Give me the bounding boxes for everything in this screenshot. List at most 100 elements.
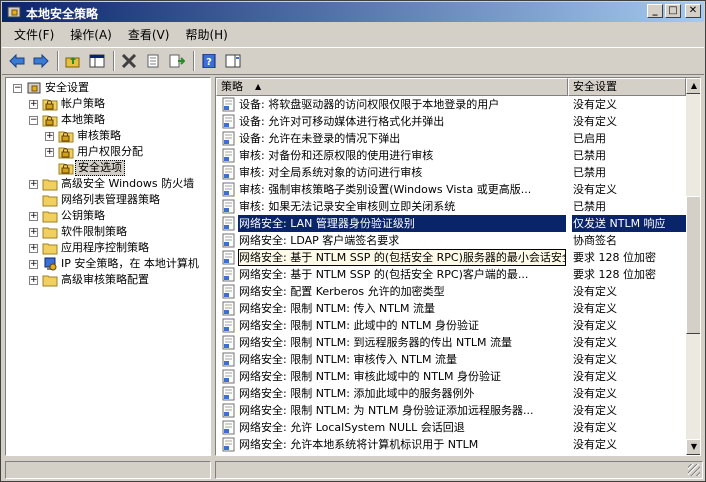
tree-item[interactable]: 网络列表管理器策略 xyxy=(6,192,210,208)
tree-item-label: 安全选项 xyxy=(75,160,125,176)
menu-view[interactable]: 查看(V) xyxy=(120,26,178,43)
collapse-icon[interactable]: − xyxy=(29,116,38,125)
collapse-icon[interactable]: − xyxy=(13,84,22,93)
policy-row[interactable]: 网络安全: 限制 NTLM: 为 NTLM 身份验证添加远程服务器... 没有定义 xyxy=(216,402,686,419)
policy-row[interactable]: 网络安全: 限制 NTLM: 到远程服务器的传出 NTLM 流量 没有定义 xyxy=(216,334,686,351)
help-icon: ? xyxy=(202,54,216,68)
expand-icon[interactable]: + xyxy=(29,244,38,253)
policy-row[interactable]: 网络安全: 允许 LocalSystem NULL 会话回退 没有定义 xyxy=(216,419,686,436)
folder-icon xyxy=(42,192,58,208)
back-arrow-icon xyxy=(9,54,25,68)
policy-icon xyxy=(222,165,236,180)
menu-action[interactable]: 操作(A) xyxy=(62,26,120,43)
policy-row[interactable]: 网络安全: 限制 NTLM: 添加此域中的服务器例外 没有定义 xyxy=(216,385,686,402)
expand-icon[interactable]: + xyxy=(29,228,38,237)
policy-icon xyxy=(222,114,236,129)
title-bar[interactable]: 本地安全策略 _ □ ✕ xyxy=(2,2,704,22)
policy-setting: 要求 128 位加密 xyxy=(573,251,656,264)
policy-name: 网络安全: 基于 NTLM SSP 的(包括安全 RPC)客户端的最... xyxy=(239,268,529,281)
delete-button[interactable] xyxy=(118,50,140,72)
action-pane-button[interactable] xyxy=(222,50,244,72)
tree-item[interactable]: 安全选项 xyxy=(6,160,210,176)
export-list-button[interactable] xyxy=(166,50,188,72)
maximize-button[interactable]: □ xyxy=(665,4,681,18)
column-header-policy[interactable]: 策略 ▲ xyxy=(216,78,568,96)
list-header: 策略 ▲ 安全设置 xyxy=(216,78,686,96)
policy-setting: 没有定义 xyxy=(573,285,617,298)
tree-item[interactable]: + 用户权限分配 xyxy=(6,144,210,160)
policy-row[interactable]: 设备: 将软盘驱动器的访问权限仅限于本地登录的用户 没有定义 xyxy=(216,96,686,113)
tree-item-label: 审核策略 xyxy=(77,129,121,142)
tree-item[interactable]: + IP 安全策略，在 本地计算机 xyxy=(6,256,210,272)
policy-row[interactable]: 网络安全: 允许本地系统将计算机标识用于 NTLM 没有定义 xyxy=(216,436,686,453)
tree-item[interactable]: − 本地策略 xyxy=(6,112,210,128)
menu-help[interactable]: 帮助(H) xyxy=(177,26,235,43)
policy-row[interactable]: 网络安全: 限制 NTLM: 审核此域中的 NTLM 身份验证 没有定义 xyxy=(216,368,686,385)
policy-row[interactable]: 审核: 如果无法记录安全审核则立即关闭系统 已禁用 xyxy=(216,198,686,215)
policy-setting: 没有定义 xyxy=(573,336,617,349)
tree-item[interactable]: + 高级审核策略配置 xyxy=(6,272,210,288)
policy-icon xyxy=(222,182,236,197)
properties-button[interactable] xyxy=(142,50,164,72)
policy-row[interactable]: 网络安全: 限制 NTLM: 此域中的 NTLM 身份验证 没有定义 xyxy=(216,317,686,334)
scroll-thumb[interactable] xyxy=(686,196,700,334)
up-one-level-button[interactable] xyxy=(62,50,84,72)
policy-row[interactable]: 网络安全: 限制 NTLM: 传入 NTLM 流量 没有定义 xyxy=(216,300,686,317)
scroll-down-button[interactable]: ▼ xyxy=(686,439,700,455)
tree-item[interactable]: + 公钥策略 xyxy=(6,208,210,224)
policy-row[interactable]: 审核: 强制审核策略子类别设置(Windows Vista 或更高版... 没有定… xyxy=(216,181,686,198)
policy-row[interactable]: 设备: 允许在未登录的情况下弹出 已启用 xyxy=(216,130,686,147)
tree-item[interactable]: + 应用程序控制策略 xyxy=(6,240,210,256)
policy-row[interactable]: 审核: 对备份和还原权限的使用进行审核 已禁用 xyxy=(216,147,686,164)
policy-icon xyxy=(222,318,236,333)
policy-row[interactable]: 设备: 允许对可移动媒体进行格式化并弹出 没有定义 xyxy=(216,113,686,130)
help-button[interactable]: ? xyxy=(198,50,220,72)
tree-item[interactable]: + 软件限制策略 xyxy=(6,224,210,240)
policy-setting: 没有定义 xyxy=(573,98,617,111)
expand-icon[interactable]: + xyxy=(45,148,54,157)
tree-item[interactable]: + 高级安全 Windows 防火墙 xyxy=(6,176,210,192)
tree-item-label: 安全设置 xyxy=(45,81,89,94)
expand-icon[interactable]: + xyxy=(45,132,54,141)
policy-icon xyxy=(222,369,236,384)
minimize-button[interactable]: _ xyxy=(647,4,663,18)
policy-icon xyxy=(222,352,236,367)
tree-item-label: 帐户策略 xyxy=(61,97,105,110)
policy-list-pane[interactable]: 策略 ▲ 安全设置 设备: 将软盘驱动器的访问权限仅限于本地登录的用户 没有定义设… xyxy=(215,77,701,456)
policy-row[interactable]: 审核: 对全局系统对象的访问进行审核 已禁用 xyxy=(216,164,686,181)
expand-icon[interactable]: + xyxy=(29,212,38,221)
resize-grip[interactable] xyxy=(688,464,700,476)
security-policy-icon xyxy=(7,6,21,18)
expand-icon[interactable]: + xyxy=(29,276,38,285)
ip-security-icon xyxy=(42,256,58,272)
forward-button[interactable] xyxy=(30,50,52,72)
tree-pane[interactable]: − 安全设置 + 帐户策略 − 本地策略 + 审核策略 + 用户权限分配 安全选项 + 高级安全 Win… xyxy=(5,77,211,456)
policy-name: 设备: 将软盘驱动器的访问权限仅限于本地登录的用户 xyxy=(239,98,500,111)
policy-row[interactable]: 网络安全: LAN 管理器身份验证级别 仅发送 NTLM 响应 xyxy=(216,215,686,232)
policy-setting: 没有定义 xyxy=(573,319,617,332)
scroll-up-button[interactable]: ▲ xyxy=(686,78,700,94)
policy-row[interactable]: 网络安全: 基于 NTLM SSP 的(包括安全 RPC)客户端的最... 要求 … xyxy=(216,266,686,283)
column-header-setting[interactable]: 安全设置 xyxy=(568,78,686,96)
security-icon xyxy=(26,80,42,96)
back-button[interactable] xyxy=(6,50,28,72)
menu-file[interactable]: 文件(F) xyxy=(6,26,62,43)
policy-row[interactable]: 网络安全: 基于 NTLM SSP 的(包括安全 RPC)服务器的最小会话安全要… xyxy=(216,249,686,266)
policy-icon xyxy=(222,148,236,163)
policy-row[interactable]: 网络安全: 配置 Kerberos 允许的加密类型 没有定义 xyxy=(216,283,686,300)
folder-icon xyxy=(42,272,58,288)
tree-item[interactable]: − 安全设置 xyxy=(6,80,210,96)
expand-icon[interactable]: + xyxy=(29,100,38,109)
show-hide-tree-button[interactable] xyxy=(86,50,108,72)
vertical-scrollbar[interactable]: ▲ ▼ xyxy=(686,78,700,455)
close-button[interactable]: ✕ xyxy=(685,4,701,18)
expand-icon[interactable]: + xyxy=(29,260,38,269)
policy-setting: 没有定义 xyxy=(573,353,617,366)
policy-row[interactable]: 网络安全: 限制 NTLM: 审核传入 NTLM 流量 没有定义 xyxy=(216,351,686,368)
tree-item[interactable]: + 帐户策略 xyxy=(6,96,210,112)
folder-icon xyxy=(42,240,58,256)
policy-row[interactable]: 网络安全: LDAP 客户端签名要求 协商签名 xyxy=(216,232,686,249)
expand-icon[interactable]: + xyxy=(29,180,38,189)
tree-pane-icon xyxy=(89,54,105,68)
tree-item[interactable]: + 审核策略 xyxy=(6,128,210,144)
